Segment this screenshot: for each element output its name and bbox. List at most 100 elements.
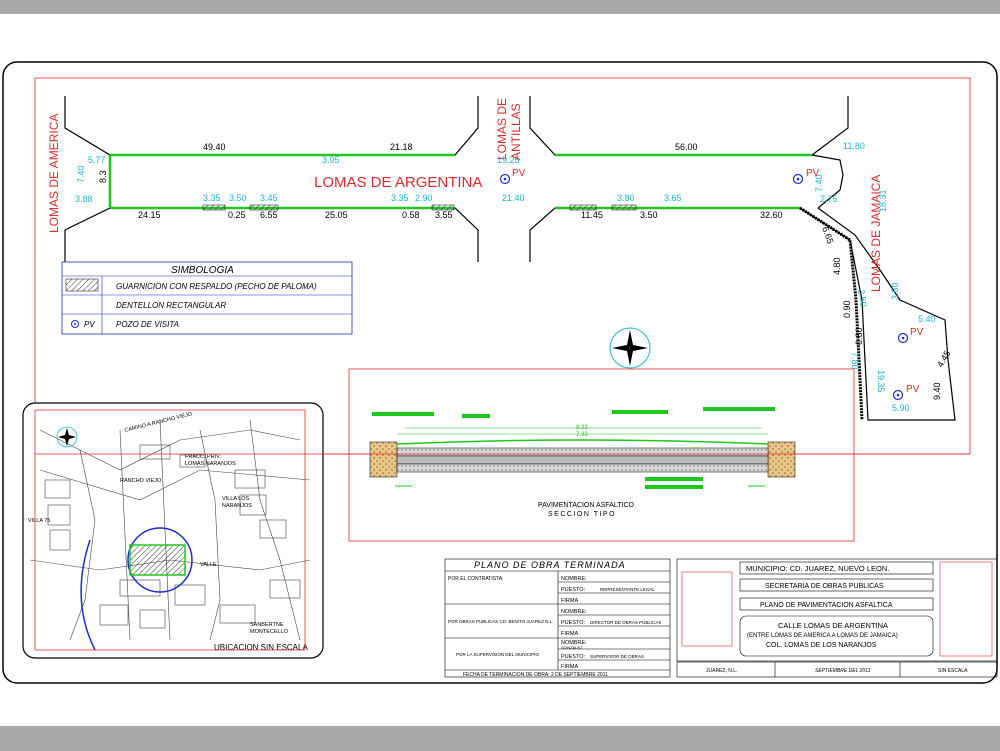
obra-row2: POR OBRAS PUBLICAS CD. BENITO JUAREZ N.L…: [448, 619, 553, 624]
tb-secretaria: SECRETARIA DE OBRAS PUBLICAS: [765, 583, 884, 590]
obra-nombre-1: NOMBRE:: [561, 576, 587, 582]
dim-r3: 0.90: [842, 300, 852, 318]
pv-label: PV: [906, 384, 920, 395]
dim-b6: 3.55: [435, 210, 453, 220]
obra-puesto-2: PUESTO:: [561, 620, 586, 626]
cdim-4: 3.95: [322, 155, 340, 165]
obra-row3: POR LA SUPERVISION DEL MUNICIPIO: [456, 652, 540, 657]
legend-simbologia: SIMBOLOGIA GUARNICION CON RESPALDO (PECH…: [61, 261, 353, 335]
dim-r6: 9.40: [932, 382, 942, 400]
map-label-8: SANBERTNE: [250, 622, 284, 628]
cdim-1: 5.77: [88, 155, 106, 165]
legend-item-2: DENTELLON RECTANGULAR: [116, 301, 226, 310]
dim-top-left: 49.40: [203, 142, 226, 152]
dim-v1: 8.3: [98, 170, 108, 183]
cdim-14: 11.80: [843, 141, 865, 151]
dim-b7: 11.45: [581, 210, 603, 220]
hatch-symbol-icon: [65, 278, 99, 292]
map-label-3: LOMAS NARANJOS: [185, 461, 236, 467]
dim-top-right: 56.00: [675, 142, 698, 152]
obra-p3: SUPERVISOR DE OBRAS: [590, 654, 644, 659]
obra-footer: FECHA DE TERMINACION DE OBRA: 2 DE SEPTI…: [463, 672, 608, 678]
dim-b4: 25.05: [325, 210, 348, 220]
dim-r2: 4.80: [832, 257, 842, 275]
cdim-11: 21.40: [502, 193, 525, 203]
tb-plano: PLANO DE PAVIMENTACION ASFALTICA: [760, 602, 893, 609]
dim-r5: 4.45: [935, 349, 952, 369]
tb-calle-1: CALLE LOMAS DE ARGENTINA: [778, 621, 888, 630]
obra-firma-3: FIRMA: [561, 664, 578, 670]
obra-p1: REPRESENTANTE LEGAL: [600, 587, 655, 592]
obra-firma-2: FIRMA: [561, 631, 578, 637]
map-label-6: NARANJOS: [222, 503, 252, 509]
cdim-6: 3.50: [229, 193, 247, 203]
section-title-1: PAVIMENTACION ASFALTICO: [538, 502, 634, 509]
section-dim-1: 8.33: [576, 425, 588, 431]
street-lomas-de-antillas-1: LOMAS DE: [495, 98, 509, 160]
cdim-2: 7.40: [76, 165, 86, 183]
cdim-16: 2.75: [820, 194, 838, 204]
cdim-3: 3.88: [75, 194, 93, 204]
section-dim-2: 7.33: [576, 432, 588, 438]
dim-b2: 0.25: [228, 210, 246, 220]
cdim-18: 3.50: [856, 289, 869, 308]
dim-top-mid: 21.18: [390, 142, 413, 152]
cdim-19: 5.40: [918, 314, 936, 324]
street-lomas-de-america: LOMAS DE AMERICA: [47, 114, 61, 233]
obra-firma-1: FIRMA: [561, 598, 578, 604]
drawing-sheet: LOMAS DE ARGENTINA LOMAS DE AMERICA LOMA…: [2, 61, 998, 684]
dim-b1: 24.15: [138, 210, 161, 220]
map-label-9: MONTECELLO: [250, 629, 289, 635]
manhole-pv-3[interactable]: PV: [897, 327, 924, 344]
project-location-hatch: [129, 544, 186, 576]
obra-nombre-2: NOMBRE:: [561, 609, 587, 615]
street-lomas-de-argentina: LOMAS DE ARGENTINA: [314, 174, 482, 191]
cdim-9: 2.90: [415, 193, 433, 203]
cdim-17: 18.31: [878, 189, 888, 212]
street-lomas-de-antillas-2: ANTILLAS: [509, 103, 523, 160]
obra-p2: DIRECTOR DE OBRAS PUBLICAS: [590, 620, 661, 625]
obra-row1: POR EL CONTRATISTA:: [448, 576, 503, 582]
manhole-pv-4[interactable]: PV: [892, 384, 920, 401]
tb-municipio: MUNICIPIO: CD. JUAREZ, NUEVO LEON.: [746, 564, 889, 573]
title-block-text: MUNICIPIO: CD. JUAREZ, NUEVO LEON. SECRE…: [706, 564, 968, 674]
map-label-7: VALLE: [200, 562, 217, 568]
section-drawing: 8.33 7.33: [369, 407, 796, 489]
map-label-5: VILLA LOS: [222, 496, 250, 502]
map-label-4: RANCHO VIEJO: [120, 478, 162, 484]
location-north-arrow-icon: [56, 426, 78, 448]
cdim-10: 19.25: [497, 155, 520, 165]
cdim-13: 3.65: [664, 193, 682, 203]
pv-label: PV: [512, 168, 526, 179]
cdim-8: 3.35: [391, 193, 409, 203]
manhole-pv-1[interactable]: PV: [499, 168, 526, 185]
cdim-23: 3.50: [890, 282, 900, 300]
dim-r1: 6.65: [820, 225, 835, 245]
tb-foot-3: SIN ESCALA: [938, 668, 968, 674]
cdim-22: 7.80: [850, 352, 860, 370]
map-label-10: VILLA 75: [28, 518, 50, 524]
obra-title: PLANO DE OBRA TERMINADA: [474, 560, 626, 570]
cdim-7: 3.45: [260, 193, 278, 203]
cdim-20: 19.35: [876, 370, 886, 393]
map-label-2: FRACC. PRIV.: [185, 454, 221, 460]
section-title-2: SECCION TIPO: [548, 511, 616, 518]
tb-calle-3: COL. LOMAS DE LOS NARANJOS: [766, 642, 877, 649]
tb-foot-1: JUAREZ, N.L.: [706, 668, 737, 674]
obra-puesto-1: PUESTO:: [561, 587, 586, 593]
tb-calle-2: (ENTRE LOMAS DE AMERICA A LOMAS DE JAMAI…: [747, 633, 898, 639]
dim-b5: 0.58: [402, 210, 420, 220]
pv-label: PV: [806, 168, 820, 179]
title-block: [676, 558, 998, 678]
north-arrow-icon: [609, 327, 651, 369]
legend-title: SIMBOLOGIA: [171, 265, 234, 276]
dim-b3: 6.55: [260, 210, 278, 220]
legend-item-3: POZO DE VISITA: [116, 320, 179, 329]
pv-label: PV: [910, 327, 924, 338]
cdim-21: 5.90: [892, 403, 910, 413]
legend-pv-symbol: PV: [84, 320, 95, 329]
obra-puesto-3: PUESTO:: [561, 654, 586, 660]
dim-r4: 0.80: [854, 327, 864, 345]
dim-b9: 32.60: [760, 210, 783, 220]
tb-foot-2: SEPTIEMBRE DEL 2011: [815, 668, 871, 674]
